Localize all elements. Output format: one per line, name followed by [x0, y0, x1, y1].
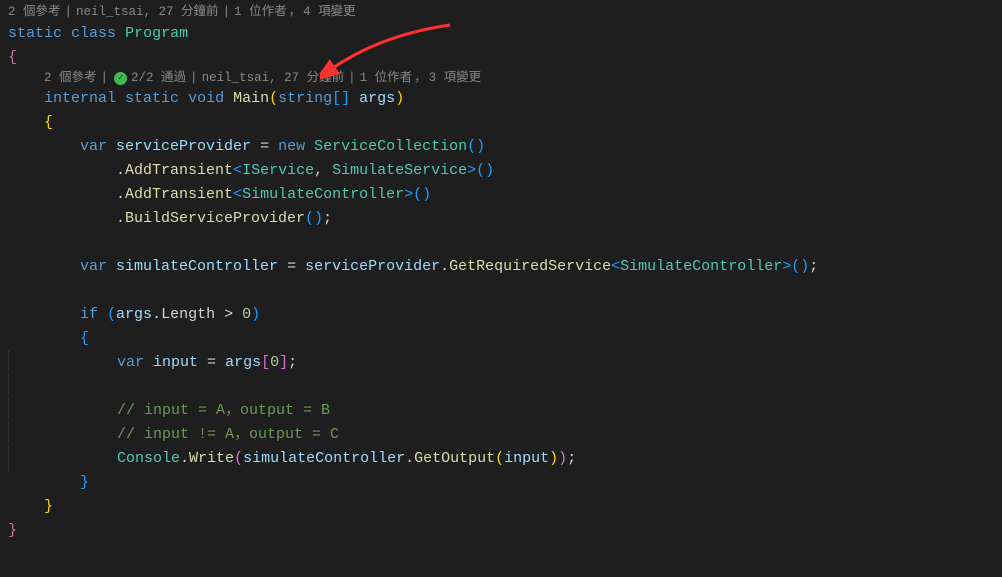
codelens-comma: ， [414, 70, 427, 88]
code-line-addtransient2[interactable]: .AddTransient<SimulateController>() [8, 183, 994, 207]
codelens-method[interactable]: 2 個參考 | ✓ 2/2 通過 | neil_tsai, 27 分鐘前 | 1… [44, 70, 994, 88]
code-line-empty[interactable] [8, 231, 994, 255]
code-line-empty[interactable] [8, 375, 994, 399]
code-line-main-sig[interactable]: internal static void Main(string[] args) [8, 87, 994, 111]
codelens-authors[interactable]: 1 位作者 [360, 70, 413, 88]
test-pass-icon: ✓ [114, 72, 127, 85]
code-line-console-write[interactable]: Console.Write(simulateController.GetOutp… [8, 447, 994, 471]
codelens-changes[interactable]: 3 項變更 [429, 70, 482, 88]
codelens-comma: ， [289, 4, 302, 22]
code-line-brace[interactable]: { [8, 46, 994, 70]
code-line-var-ctrl[interactable]: var simulateController = serviceProvider… [8, 255, 994, 279]
codelens-class[interactable]: 2 個參考 | neil_tsai, 27 分鐘前 | 1 位作者 ， 4 項變… [8, 4, 994, 22]
codelens-tests[interactable]: 2/2 通過 [131, 70, 186, 88]
code-line-brace[interactable]: } [8, 519, 994, 543]
codelens-separator: | [223, 4, 231, 22]
code-line-brace[interactable]: } [8, 495, 994, 519]
codelens-separator: | [190, 70, 198, 88]
code-line-comment2[interactable]: // input != A，output = C [8, 423, 994, 447]
codelens-separator: | [65, 4, 73, 22]
codelens-references[interactable]: 2 個參考 [8, 4, 61, 22]
codelens-author-time[interactable]: neil_tsai, 27 分鐘前 [76, 4, 219, 22]
code-line-comment1[interactable]: // input = A，output = B [8, 399, 994, 423]
code-line-if[interactable]: if (args.Length > 0) [8, 303, 994, 327]
code-line-empty[interactable] [8, 279, 994, 303]
code-line-brace[interactable]: { [8, 111, 994, 135]
codelens-author-time[interactable]: neil_tsai, 27 分鐘前 [202, 70, 345, 88]
code-line-brace[interactable]: } [8, 471, 994, 495]
code-line-brace[interactable]: { [8, 327, 994, 351]
codelens-separator: | [348, 70, 356, 88]
codelens-authors[interactable]: 1 位作者 [234, 4, 287, 22]
codelens-separator: | [101, 70, 109, 88]
code-line-buildsp[interactable]: .BuildServiceProvider(); [8, 207, 994, 231]
code-line-var-input[interactable]: var input = args[0]; [8, 351, 994, 375]
code-line-class-decl[interactable]: static class Program [8, 22, 994, 46]
code-line-addtransient1[interactable]: .AddTransient<IService, SimulateService>… [8, 159, 994, 183]
codelens-changes[interactable]: 4 項變更 [303, 4, 356, 22]
codelens-references[interactable]: 2 個參考 [44, 70, 97, 88]
code-line-var-sp[interactable]: var serviceProvider = new ServiceCollect… [8, 135, 994, 159]
